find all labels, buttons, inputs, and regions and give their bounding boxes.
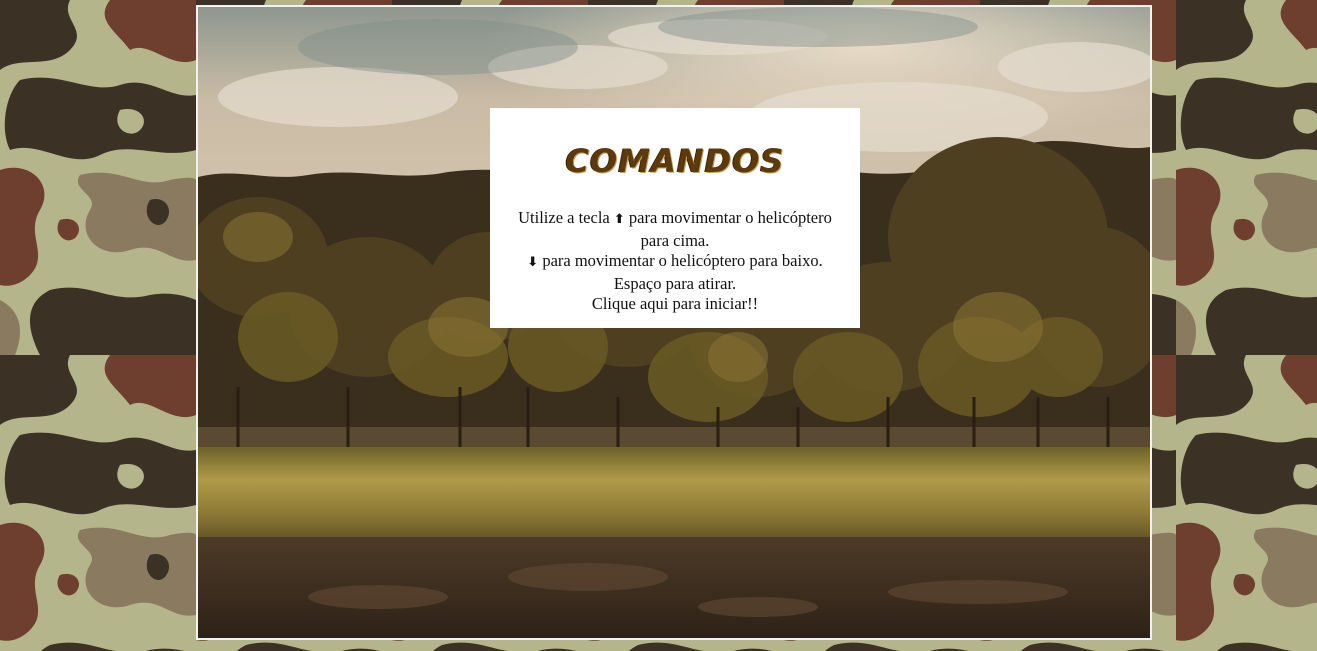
down-arrow-icon: ⬇	[527, 255, 539, 270]
instruction-line-3: ⬇ para movimentar o helicóptero para bai…	[496, 251, 854, 274]
instruction-line-4: Espaço para atirar.	[613, 273, 737, 293]
commands-panel[interactable]: COMANDOS Utilize a tecla ⬆ para moviment…	[490, 108, 860, 328]
instruction-line-2: para cima.	[640, 230, 710, 250]
up-arrow-icon: ⬆	[613, 212, 625, 227]
commands-instructions: Utilize a tecla ⬆ para movimentar o heli…	[490, 208, 860, 315]
instruction-up-text: para movimentar o helicóptero	[628, 208, 832, 227]
start-game-link[interactable]: Clique aqui para iniciar!!	[496, 294, 854, 315]
instruction-prefix: Utilize a tecla	[518, 208, 610, 227]
game-frame[interactable]: COMANDOS Utilize a tecla ⬆ para moviment…	[196, 5, 1152, 640]
instruction-line-1: Utilize a tecla ⬆ para movimentar o heli…	[496, 208, 854, 231]
commands-title: COMANDOS	[565, 142, 785, 180]
instruction-down-text: para movimentar o helicóptero para baixo…	[542, 251, 823, 270]
